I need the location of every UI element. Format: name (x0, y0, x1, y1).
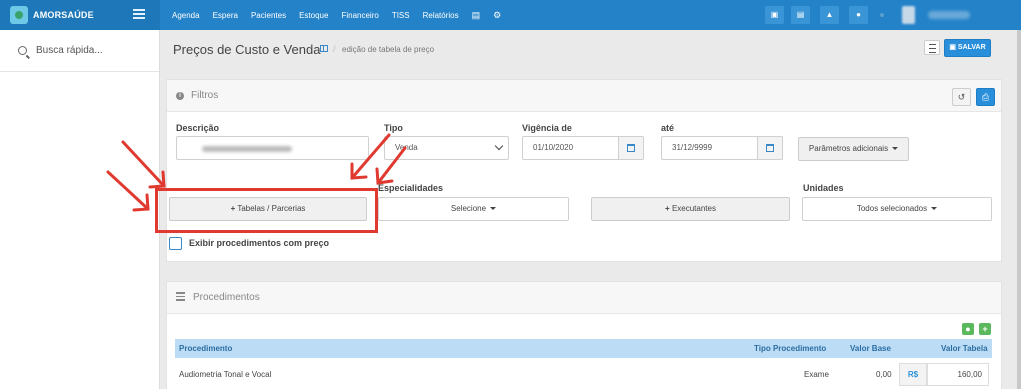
annotation-arrows (106, 133, 407, 212)
annotation-arrow (121, 140, 166, 189)
annotation-arrow (106, 170, 150, 212)
annotation-arrow (375, 146, 407, 185)
annotation-arrow (350, 133, 391, 180)
